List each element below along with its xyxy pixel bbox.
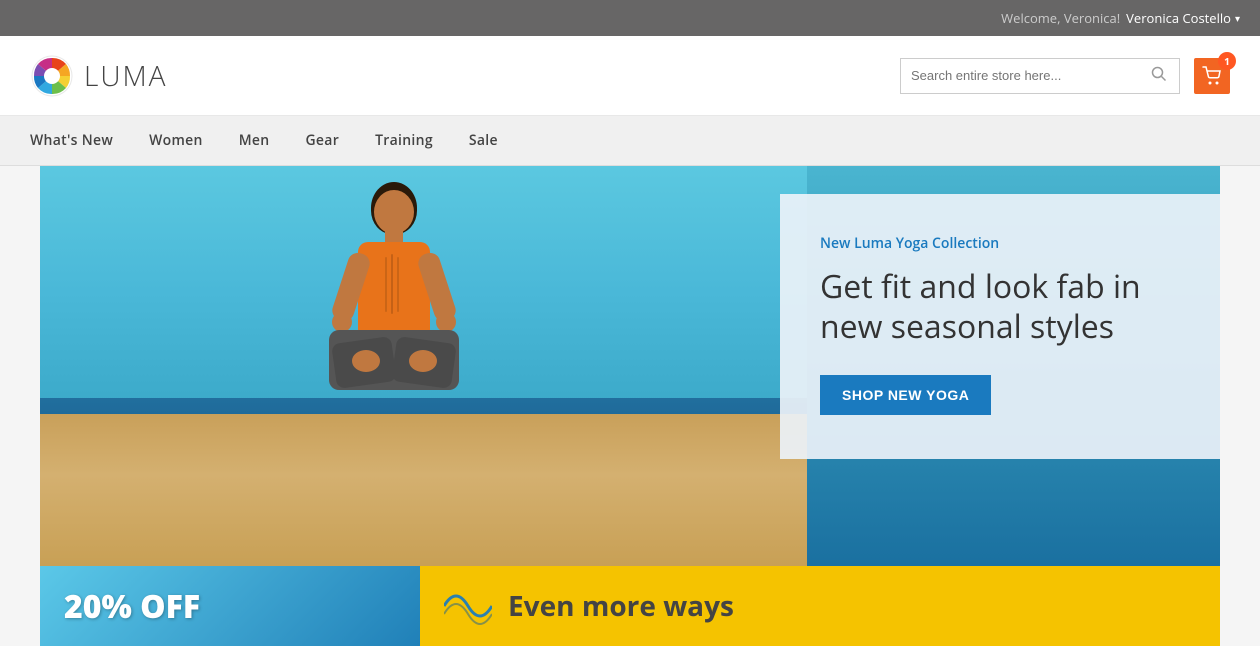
- user-name: Veronica Costello: [1126, 9, 1231, 27]
- logo-area[interactable]: LUMA: [30, 54, 167, 98]
- banner-discount[interactable]: 20% OFF: [40, 566, 420, 646]
- site-header: LUMA 1: [0, 36, 1260, 116]
- shop-new-yoga-button[interactable]: Shop New Yoga: [820, 375, 991, 415]
- bottom-banners: 20% OFF Even more ways: [40, 566, 1220, 646]
- search-bar[interactable]: [900, 58, 1180, 94]
- cart-button[interactable]: 1: [1194, 58, 1230, 94]
- nav-item-whats-new[interactable]: What's New: [30, 116, 131, 166]
- banner-more-ways[interactable]: Even more ways: [420, 566, 1220, 646]
- hero-content-box: New Luma Yoga Collection Get fit and loo…: [780, 194, 1220, 459]
- top-bar: Welcome, Veronica! Veronica Costello ▾: [0, 0, 1260, 36]
- yoga-person: [294, 182, 494, 462]
- cart-badge: 1: [1218, 52, 1236, 70]
- hero-banner: New Luma Yoga Collection Get fit and loo…: [40, 166, 1220, 566]
- nav-item-sale[interactable]: Sale: [451, 116, 516, 166]
- chevron-down-icon: ▾: [1235, 11, 1240, 25]
- main-nav: What's New Women Men Gear Training Sale: [0, 116, 1260, 166]
- hero-subtitle: New Luma Yoga Collection: [820, 234, 1180, 253]
- header-right: 1: [900, 58, 1230, 94]
- search-icon[interactable]: [1151, 65, 1167, 87]
- logo-icon: [30, 54, 74, 98]
- banner-discount-text: 20% OFF: [64, 585, 200, 628]
- logo-text: LUMA: [84, 57, 167, 95]
- nav-item-men[interactable]: Men: [221, 116, 288, 166]
- banner-arrow-icon: [444, 586, 492, 626]
- hero-title: Get fit and look fab in new seasonal sty…: [820, 267, 1180, 347]
- nav-item-training[interactable]: Training: [357, 116, 451, 166]
- search-input[interactable]: [911, 68, 1151, 83]
- nav-item-women[interactable]: Women: [131, 116, 221, 166]
- banner-more-ways-text: Even more ways: [508, 587, 734, 625]
- welcome-text: Welcome, Veronica!: [1001, 9, 1120, 27]
- user-menu[interactable]: Veronica Costello ▾: [1126, 9, 1240, 27]
- nav-item-gear[interactable]: Gear: [287, 116, 357, 166]
